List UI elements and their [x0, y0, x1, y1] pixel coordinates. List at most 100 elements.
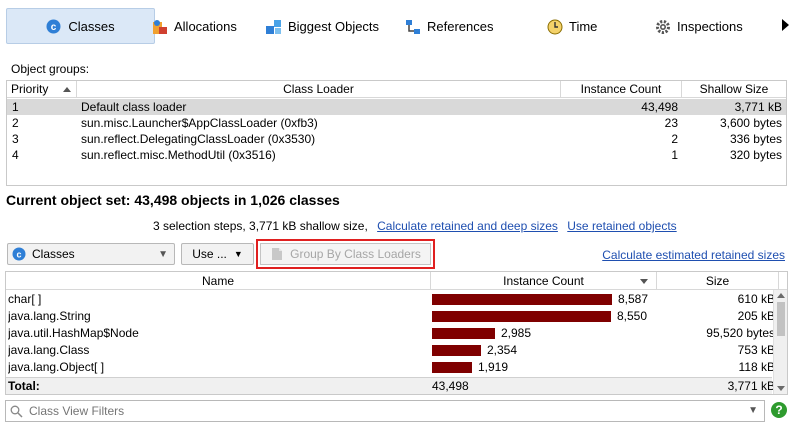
object-groups-header: Priority Class Loader Instance Count Sha…	[7, 81, 786, 98]
allocations-icon	[152, 19, 167, 34]
current-object-set-summary: 3 selection steps, 3,771 kB shallow size…	[153, 219, 677, 233]
class-loader-cell: sun.misc.Launcher$AppClassLoader (0xfb3)	[81, 116, 318, 130]
more-tabs-arrow-icon[interactable]	[782, 19, 789, 31]
classes-icon: c	[12, 247, 26, 261]
column-header-size[interactable]: Size	[657, 272, 779, 290]
use-button[interactable]: Use ... ▼	[181, 243, 254, 265]
calculate-retained-deep-link[interactable]: Calculate retained and deep sizes	[377, 219, 558, 233]
classes-icon: c	[46, 19, 61, 34]
dropdown-arrow-icon: ▼	[233, 249, 243, 259]
object-groups-label: Object groups:	[11, 62, 90, 76]
column-header-instance-count[interactable]: Instance Count	[431, 272, 657, 290]
sort-descending-icon	[640, 279, 648, 284]
help-icon[interactable]: ?	[771, 402, 787, 418]
time-icon	[547, 19, 563, 34]
tab-label: Inspections	[677, 18, 743, 34]
tab-references[interactable]: References	[405, 8, 493, 44]
tab-label: Classes	[68, 18, 115, 34]
shallow-size-cell: 336 bytes	[729, 132, 782, 146]
instance-count-bar	[432, 328, 495, 339]
tab-inspections[interactable]: Inspections	[655, 8, 743, 44]
total-row: Total: 43,498 3,771 kB	[6, 377, 775, 394]
instance-count-cell: 23	[664, 116, 678, 130]
instance-count-bar	[432, 294, 612, 305]
classes-table: Name Instance Count Size char[ ] 8,587 610…	[5, 271, 788, 395]
table-row[interactable]: 4 sun.reflect.misc.MethodUtil (0x3516) 1…	[7, 147, 786, 163]
view-tab-bar: c Classes Allocations Biggest Objects Re…	[0, 0, 793, 52]
instance-count-cell: 1,919	[478, 360, 509, 374]
tab-classes[interactable]: c Classes	[6, 8, 155, 44]
column-header-priority[interactable]: Priority	[7, 81, 77, 98]
vertical-scrollbar[interactable]	[773, 290, 787, 394]
svg-text:c: c	[16, 249, 21, 259]
object-groups-table: Priority Class Loader Instance Count Sha…	[6, 80, 787, 186]
view-selector-dropdown[interactable]: c Classes ▼	[7, 243, 175, 265]
instance-count-cell: 43,498	[641, 100, 678, 114]
tab-label: References	[427, 18, 494, 34]
size-cell: 610 kB	[737, 292, 775, 306]
class-name-cell: char[ ]	[8, 292, 42, 306]
table-row[interactable]: 2 sun.misc.Launcher$AppClassLoader (0xfb…	[7, 115, 786, 131]
classes-table-header: Name Instance Count Size	[6, 272, 787, 290]
selection-summary-text: 3 selection steps, 3,771 kB shallow size…	[153, 219, 368, 233]
size-cell: 753 kB	[737, 343, 775, 357]
group-by-class-loaders-button[interactable]: Group By Class Loaders	[260, 243, 431, 265]
class-view-filter[interactable]: ▼	[5, 400, 765, 422]
instance-count-cell: 1	[671, 148, 678, 162]
class-loader-cell: sun.reflect.misc.MethodUtil (0x3516)	[81, 148, 276, 162]
class-name-cell: java.util.HashMap$Node	[8, 326, 139, 340]
priority-cell: 1	[12, 100, 19, 114]
size-cell: 205 kB	[737, 309, 775, 323]
filter-input[interactable]	[27, 403, 727, 419]
class-loader-cell: sun.reflect.DelegatingClassLoader (0x353…	[81, 132, 316, 146]
table-row[interactable]: 1 Default class loader 43,498 3,771 kB	[7, 99, 786, 115]
calculate-estimated-retained-link[interactable]: Calculate estimated retained sizes	[602, 248, 785, 262]
instance-count-bar	[432, 311, 611, 322]
chevron-down-icon[interactable]: ▼	[748, 405, 758, 416]
tab-label: Biggest Objects	[288, 18, 380, 34]
instance-count-cell: 2,354	[487, 343, 518, 357]
gear-icon	[655, 19, 670, 34]
priority-cell: 4	[12, 148, 19, 162]
size-cell: 95,520 bytes	[706, 326, 775, 340]
priority-cell: 2	[12, 116, 19, 130]
chevron-down-icon: ▼	[158, 249, 168, 260]
priority-cell: 3	[12, 132, 19, 146]
shallow-size-cell: 3,771 kB	[734, 100, 782, 114]
size-cell: 118 kB	[738, 360, 775, 374]
table-row[interactable]: java.lang.Object[ ] 1,919 118 kB	[6, 359, 775, 376]
use-retained-objects-link[interactable]: Use retained objects	[567, 219, 676, 233]
class-loader-cell: Default class loader	[81, 100, 187, 114]
class-name-cell: java.lang.String	[8, 309, 91, 323]
current-object-set-title: Current object set: 43,498 objects in 1,…	[6, 192, 340, 208]
scrollbar-thumb[interactable]	[777, 302, 785, 336]
class-name-cell: java.lang.Object[ ]	[8, 360, 105, 374]
instance-count-cell: 2,985	[501, 326, 532, 340]
tab-biggest-objects[interactable]: Biggest Objects	[266, 8, 379, 44]
total-instance-count: 43,498	[432, 379, 469, 393]
table-row[interactable]: java.lang.String 8,550 205 kB	[6, 308, 775, 325]
tab-time[interactable]: Time	[547, 8, 597, 44]
column-header-class-loader[interactable]: Class Loader	[77, 81, 561, 98]
column-header-instance-count[interactable]: Instance Count	[561, 81, 682, 98]
tab-label: Allocations	[174, 18, 237, 34]
table-row[interactable]: char[ ] 8,587 610 kB	[6, 291, 775, 308]
highlight-frame: Group By Class Loaders	[256, 239, 435, 269]
shallow-size-cell: 320 bytes	[729, 148, 782, 162]
table-row[interactable]: java.util.HashMap$Node 2,985 95,520 bytes	[6, 325, 775, 342]
object-groups-panel: Object groups: Priority Class Loader Ins…	[6, 56, 787, 186]
instance-count-bar	[432, 345, 481, 356]
table-row[interactable]: 3 sun.reflect.DelegatingClassLoader (0x3…	[7, 131, 786, 147]
column-header-shallow-size[interactable]: Shallow Size	[682, 81, 786, 98]
scroll-down-icon[interactable]	[777, 386, 785, 391]
total-size: 3,771 kB	[727, 379, 775, 393]
class-loader-icon	[270, 247, 284, 261]
view-selector-value: Classes	[32, 247, 75, 261]
sort-ascending-icon	[63, 87, 71, 92]
table-row[interactable]: java.lang.Class 2,354 753 kB	[6, 342, 775, 359]
svg-text:c: c	[51, 22, 57, 33]
search-icon	[10, 405, 23, 418]
tab-allocations[interactable]: Allocations	[152, 8, 237, 44]
column-header-name[interactable]: Name	[6, 272, 431, 290]
scroll-up-icon[interactable]	[777, 293, 785, 298]
